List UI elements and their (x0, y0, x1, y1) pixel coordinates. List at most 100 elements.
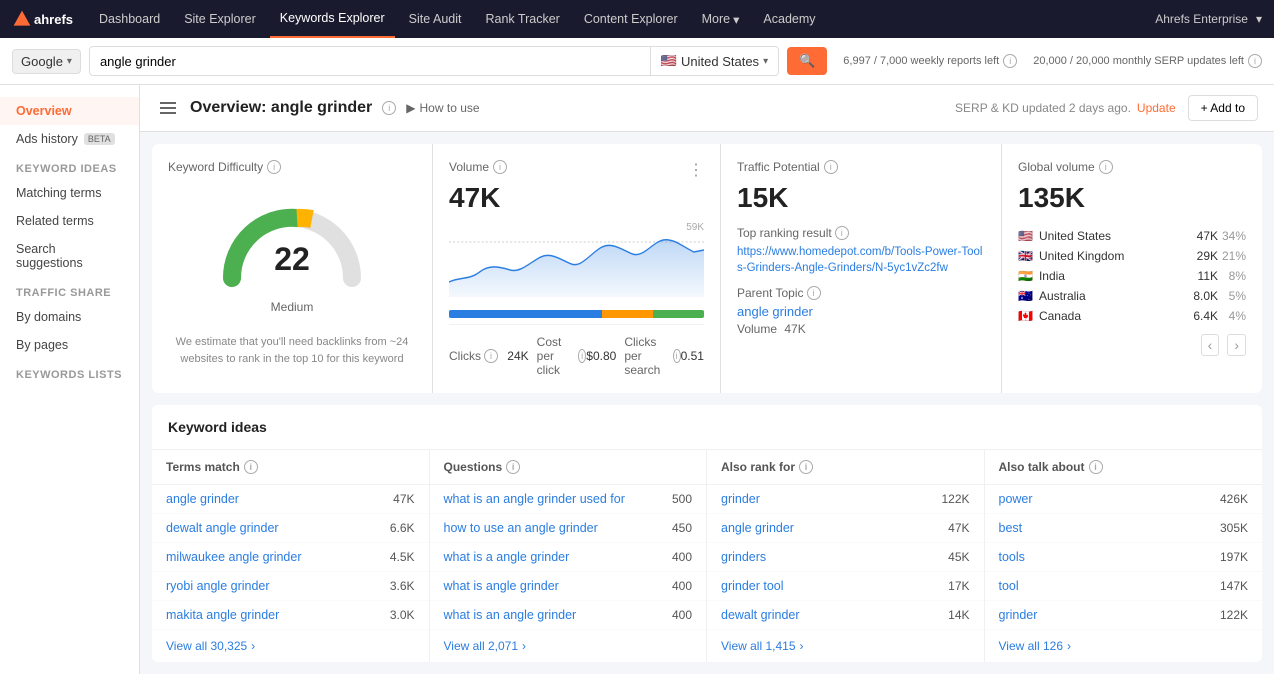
ideas-volume: 14K (948, 608, 969, 622)
parent-topic-value[interactable]: angle grinder (737, 304, 985, 319)
top-ranking-url[interactable]: https://www.homedepot.com/b/Tools-Power-… (737, 244, 985, 276)
how-to-button[interactable]: ▶ How to use (406, 101, 479, 115)
country-flag: 🇮🇳 (1018, 269, 1033, 283)
country-volume: 6.4K (1182, 309, 1218, 323)
country-row: 🇨🇦 Canada 6.4K 4% (1018, 306, 1246, 326)
clicks-info[interactable]: i (484, 349, 498, 363)
add-to-button[interactable]: + Add to (1188, 95, 1258, 121)
nav-academy[interactable]: Academy (753, 0, 825, 38)
ideas-keyword-link[interactable]: milwaukee angle grinder (166, 550, 302, 564)
ideas-row: what is an angle grinder used for 500 (430, 485, 707, 514)
ideas-keyword-link[interactable]: angle grinder (166, 492, 239, 506)
ideas-row: what is angle grinder 400 (430, 572, 707, 601)
serp-bar (449, 310, 704, 318)
ideas-keyword-link[interactable]: power (999, 492, 1033, 506)
ideas-keyword-link[interactable]: how to use an angle grinder (444, 521, 598, 535)
ideas-volume: 305K (1220, 521, 1248, 535)
view-all-link[interactable]: View all 2,071› (430, 630, 707, 662)
country-volume: 29K (1182, 249, 1218, 263)
ideas-column-1: Questionsi what is an angle grinder used… (430, 450, 708, 662)
update-info: SERP & KD updated 2 days ago. Update (955, 101, 1176, 115)
search-input[interactable] (90, 48, 650, 75)
sidebar-item-matching-terms[interactable]: Matching terms (0, 179, 139, 207)
cps-stat: Clicks per search i 0.51 (624, 335, 704, 377)
ideas-col-header-2: Also rank fori (707, 450, 984, 485)
ideas-row: how to use an angle grinder 450 (430, 514, 707, 543)
nav-keywords-explorer[interactable]: Keywords Explorer (270, 0, 395, 38)
cpc-value: $0.80 (586, 349, 616, 363)
country-name: 🇺🇸 United States (1018, 229, 1182, 243)
ideas-keyword-link[interactable]: angle grinder (721, 521, 794, 535)
update-link[interactable]: Update (1137, 101, 1176, 115)
global-volume-nav: ‹ › (1018, 334, 1246, 356)
sidebar-item-by-domains[interactable]: By domains (0, 303, 139, 331)
ideas-keyword-link[interactable]: what is angle grinder (444, 579, 559, 593)
ideas-volume: 4.5K (390, 550, 415, 564)
ideas-keyword-link[interactable]: best (999, 521, 1023, 535)
country-pct: 8% (1218, 269, 1246, 283)
sidebar-item-ads-history[interactable]: Ads history BETA (0, 125, 139, 153)
col-info-icon[interactable]: i (506, 460, 520, 474)
col-info-icon[interactable]: i (244, 460, 258, 474)
ideas-keyword-link[interactable]: makita angle grinder (166, 608, 279, 622)
ideas-keyword-link[interactable]: grinder tool (721, 579, 784, 593)
ideas-volume: 47K (393, 492, 414, 506)
ideas-keyword-link[interactable]: ryobi angle grinder (166, 579, 270, 593)
country-selector[interactable]: 🇺🇸 United States ▾ (650, 47, 778, 75)
parent-topic-info[interactable]: i (807, 286, 821, 300)
country-flag: 🇨🇦 (1018, 309, 1033, 323)
ideas-volume: 500 (672, 492, 692, 506)
col-info-icon[interactable]: i (799, 460, 813, 474)
view-all-link[interactable]: View all 1,415› (707, 630, 984, 662)
col-info-icon[interactable]: i (1089, 460, 1103, 474)
ideas-keyword-link[interactable]: what is an angle grinder used for (444, 492, 625, 506)
volume-header: Volume i 47K ⋮ (449, 160, 704, 214)
global-volume-info[interactable]: i (1099, 160, 1113, 174)
view-all-link[interactable]: View all 126› (985, 630, 1263, 662)
nav-more[interactable]: More ▾ (692, 12, 750, 27)
traffic-potential-card: Traffic Potential i 15K Top ranking resu… (721, 144, 1001, 393)
sidebar-item-related-terms[interactable]: Related terms (0, 207, 139, 235)
volume-info-icon[interactable]: i (493, 160, 507, 174)
cpc-stat: Cost per click i $0.80 (537, 335, 617, 377)
sidebar-item-search-suggestions[interactable]: Search suggestions (0, 235, 139, 277)
ideas-keyword-link[interactable]: grinder (721, 492, 760, 506)
ideas-keyword-link[interactable]: tools (999, 550, 1025, 564)
title-info-icon[interactable]: i (382, 101, 396, 115)
ideas-row: makita angle grinder 3.0K (152, 601, 429, 630)
nav-content-explorer[interactable]: Content Explorer (574, 0, 688, 38)
nav-rank-tracker[interactable]: Rank Tracker (475, 0, 569, 38)
enterprise-chevron: ▾ (1256, 12, 1262, 26)
ideas-keyword-link[interactable]: grinders (721, 550, 766, 564)
nav-site-audit[interactable]: Site Audit (399, 0, 472, 38)
ideas-volume: 147K (1220, 579, 1248, 593)
ideas-keyword-link[interactable]: grinder (999, 608, 1038, 622)
search-button[interactable]: 🔍 (787, 47, 827, 75)
ideas-keyword-link[interactable]: dewalt grinder (721, 608, 800, 622)
country-name: 🇮🇳 India (1018, 269, 1182, 283)
ideas-keyword-link[interactable]: tool (999, 579, 1019, 593)
view-all-link[interactable]: View all 30,325› (152, 630, 429, 662)
nav-dashboard[interactable]: Dashboard (89, 0, 170, 38)
sidebar-item-by-pages[interactable]: By pages (0, 331, 139, 359)
cpc-info[interactable]: i (578, 349, 586, 363)
ideas-keyword-link[interactable]: what is a angle grinder (444, 550, 570, 564)
ideas-volume: 6.6K (390, 521, 415, 535)
prev-arrow[interactable]: ‹ (1201, 334, 1220, 356)
menu-icon[interactable] (156, 98, 180, 118)
engine-selector[interactable]: Google ▾ (12, 49, 81, 74)
kd-info-icon[interactable]: i (267, 160, 281, 174)
sidebar-item-overview[interactable]: Overview (0, 97, 139, 125)
traffic-info-icon[interactable]: i (824, 160, 838, 174)
volume-dots-menu[interactable]: ⋮ (688, 160, 704, 180)
top-ranking-info[interactable]: i (835, 226, 849, 240)
country-flag: 🇦🇺 (1018, 289, 1033, 303)
nav-site-explorer[interactable]: Site Explorer (174, 0, 266, 38)
cps-info[interactable]: i (673, 349, 681, 363)
ideas-volume: 122K (941, 492, 969, 506)
ideas-keyword-link[interactable]: dewalt angle grinder (166, 521, 279, 535)
country-pct: 21% (1218, 249, 1246, 263)
next-arrow[interactable]: › (1227, 334, 1246, 356)
volume-card: Volume i 47K ⋮ 59K (433, 144, 720, 393)
ideas-keyword-link[interactable]: what is an angle grinder (444, 608, 577, 622)
